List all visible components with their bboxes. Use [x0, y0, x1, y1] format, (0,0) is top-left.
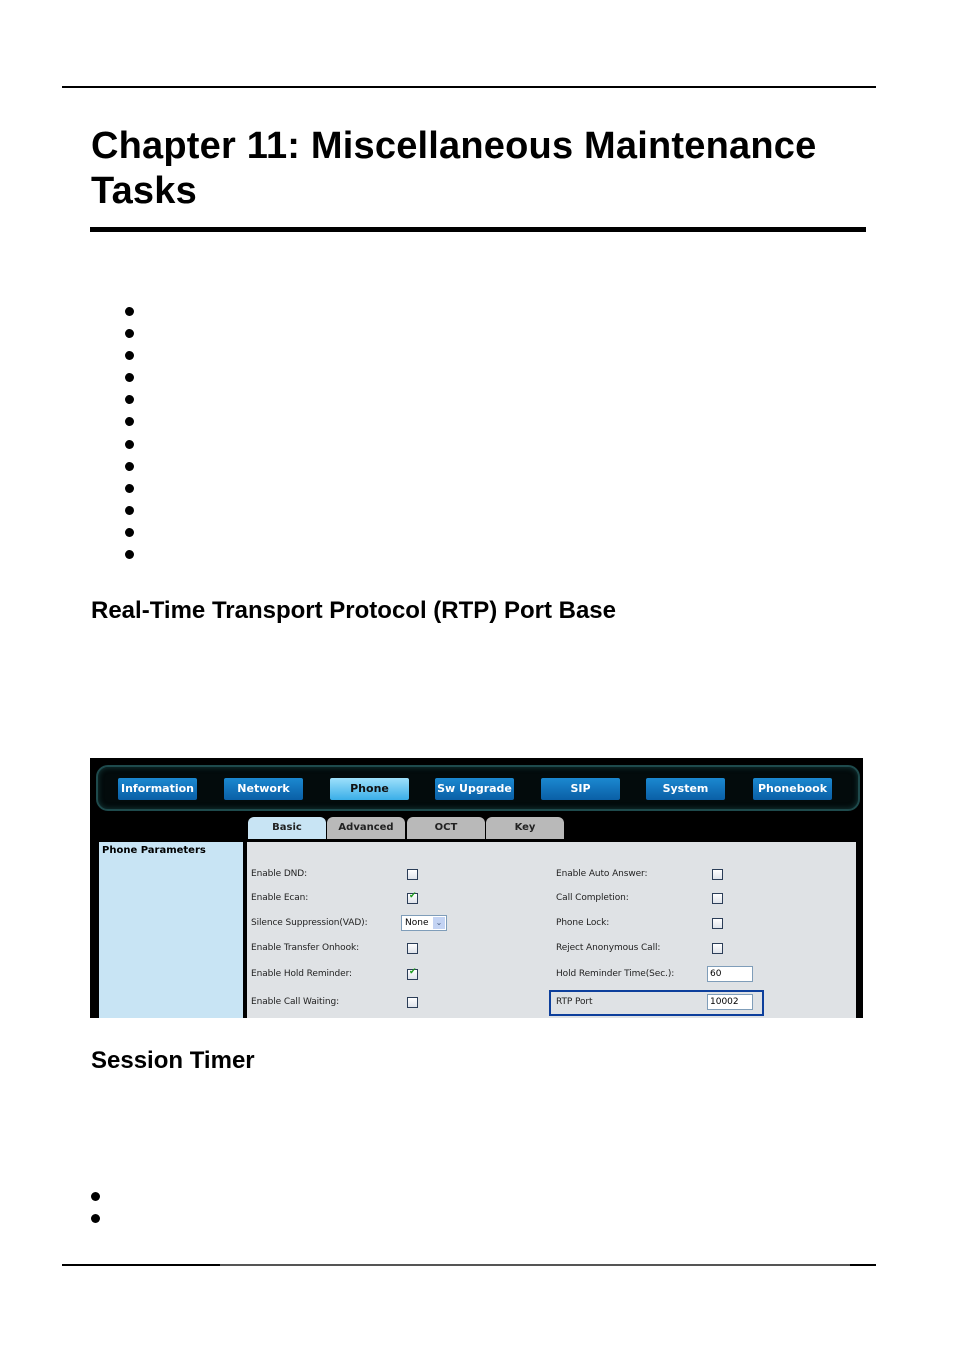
tab-basic[interactable]: Basic: [248, 817, 326, 839]
call-completion-label: Call Completion:: [556, 893, 629, 903]
bullet-dot-icon: [125, 483, 134, 493]
reject-anonymous-call-label: Reject Anonymous Call:: [556, 943, 661, 953]
bullet-dot-icon: [125, 351, 134, 361]
enable-dnd-checkbox[interactable]: [407, 869, 418, 880]
footer-rule: [62, 1264, 876, 1266]
bullet-dot-icon: [125, 461, 134, 471]
nav-button-information[interactable]: Information: [118, 778, 197, 800]
bullet-dot-icon: [125, 307, 134, 316]
checkmark-icon: ✔: [409, 967, 417, 977]
enable-ecan-checkbox[interactable]: ✔: [407, 891, 418, 904]
bullet-dot-icon: [125, 527, 134, 537]
nav-button-sw-upgrade[interactable]: Sw Upgrade: [435, 778, 514, 800]
nav-button-phone[interactable]: Phone: [330, 778, 409, 800]
nav-button-phonebook[interactable]: Phonebook: [753, 778, 832, 800]
bullet-dot-icon: [125, 417, 134, 427]
enable-auto-answer-label: Enable Auto Answer:: [556, 869, 648, 879]
bullet-dot-icon: [91, 1214, 100, 1223]
phone-lock-label: Phone Lock:: [556, 918, 610, 928]
nav-button-network[interactable]: Network: [224, 778, 303, 800]
tab-key[interactable]: Key: [486, 817, 564, 839]
bullet-dot-icon: [125, 395, 134, 405]
enable-dnd-label: Enable DND:: [251, 869, 308, 879]
hold-reminder-time-sec-input[interactable]: 60: [707, 966, 753, 982]
title-rule: [90, 227, 866, 232]
tab-oct[interactable]: OCT: [407, 817, 485, 839]
bullet-dot-icon: [125, 505, 134, 515]
rtp-section-heading: Real-Time Transport Protocol (RTP) Port …: [91, 597, 616, 624]
enable-auto-answer-checkbox[interactable]: [712, 869, 723, 880]
select-value: None: [405, 918, 429, 928]
enable-hold-reminder-label: Enable Hold Reminder:: [251, 969, 352, 979]
rtp-port-highlight: [549, 990, 764, 1016]
bullet-dot-icon: [125, 329, 134, 339]
side-panel-title: Phone Parameters: [102, 845, 206, 856]
nav-button-system[interactable]: System: [646, 778, 725, 800]
bullet-dot-icon: [125, 373, 134, 383]
side-panel: Phone Parameters: [99, 842, 243, 1018]
session-timer-heading: Session Timer: [91, 1047, 255, 1074]
silence-suppression-vad-label: Silence Suppression(VAD):: [251, 918, 368, 928]
enable-call-waiting-checkbox[interactable]: [407, 997, 418, 1008]
reject-anonymous-call-checkbox[interactable]: [712, 943, 723, 954]
silence-suppression-vad-select[interactable]: None ⌄: [401, 915, 447, 931]
tab-advanced[interactable]: Advanced: [327, 817, 405, 839]
chapter-title: Chapter 11: Miscellaneous Maintenance Ta…: [91, 125, 817, 212]
enable-hold-reminder-checkbox[interactable]: ✔: [407, 967, 418, 980]
phone-lock-checkbox[interactable]: [712, 918, 723, 929]
hold-reminder-time-sec-label: Hold Reminder Time(Sec.):: [556, 969, 675, 979]
enable-transfer-onhook-label: Enable Transfer Onhook:: [251, 943, 360, 953]
bullet-dot-icon: [125, 439, 134, 449]
chevron-down-icon[interactable]: ⌄: [433, 917, 445, 929]
enable-call-waiting-label: Enable Call Waiting:: [251, 997, 339, 1007]
bullet-dot-icon: [125, 550, 134, 560]
checkmark-icon: ✔: [409, 891, 417, 901]
enable-ecan-label: Enable Ecan:: [251, 893, 309, 903]
header-rule: [62, 86, 876, 88]
phone-web-ui-screenshot: Information Network Phone Sw Upgrade SIP Syst…: [90, 758, 863, 1018]
nav-button-sip[interactable]: SIP: [541, 778, 620, 800]
bullet-dot-icon: [91, 1192, 100, 1201]
call-completion-checkbox[interactable]: [712, 893, 723, 904]
enable-transfer-onhook-checkbox[interactable]: [407, 943, 418, 954]
